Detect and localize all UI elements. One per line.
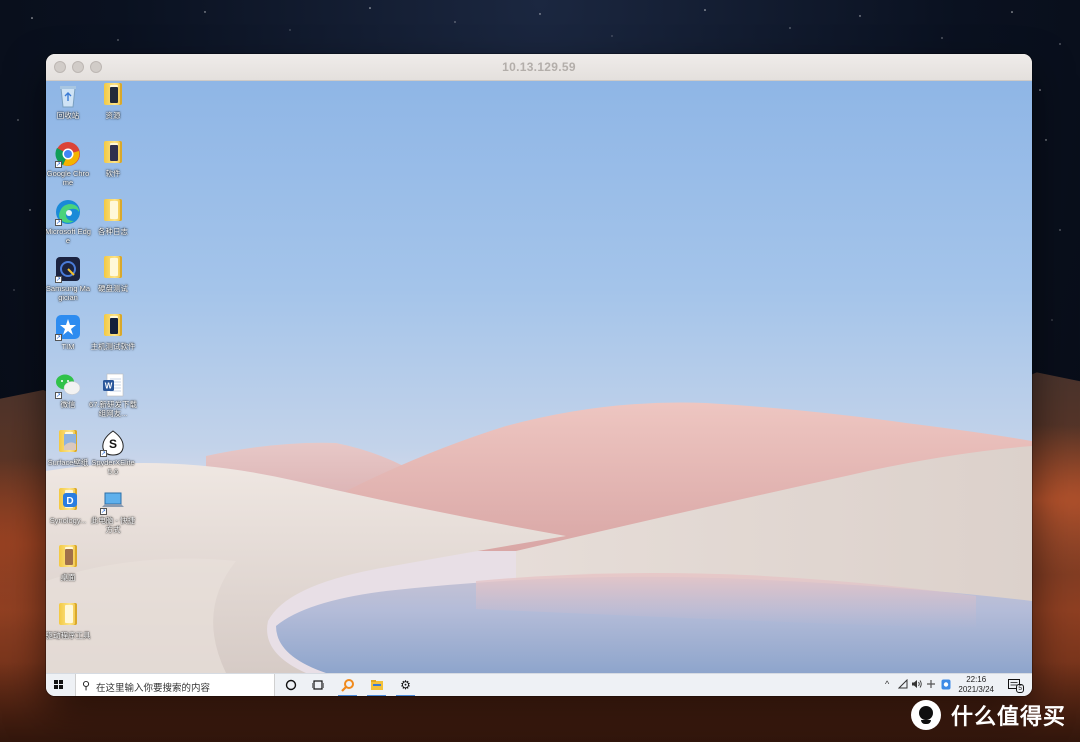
icon-label: Microsoft Edge <box>46 227 91 245</box>
wechat-icon: ↗ <box>55 372 81 399</box>
security-shield-icon[interactable] <box>941 679 951 692</box>
icon-label: Synology... <box>49 516 87 525</box>
remote-desktop-window[interactable]: 10.13.129.59 回收站 ↗ Google Chrome ↗ Micro… <box>46 54 1032 696</box>
samsung-magician-icon: ↗ <box>55 256 81 283</box>
notification-count: 5 <box>1016 684 1024 693</box>
chrome-icon: ↗ <box>55 141 81 168</box>
svg-text:S: S <box>109 437 117 451</box>
icon-label: 主机测试软件 <box>90 342 136 351</box>
spyder-icon: S ↗ <box>100 430 126 457</box>
desktop-icon-surface-wallpaper[interactable]: Surface壁纸 <box>46 430 92 467</box>
desktop-icon-logs[interactable]: 各种日志 <box>89 199 137 236</box>
icon-label: 桌面 <box>60 573 76 582</box>
icon-label: 67.新研发下载组网友... <box>89 400 137 418</box>
desktop-icon-desktop-folder[interactable]: 桌面 <box>46 545 92 582</box>
desktop-icon-edge[interactable]: ↗ Microsoft Edge <box>46 199 92 245</box>
icon-label: 硬盘测试 <box>98 284 128 293</box>
desktop-icon-disk-test[interactable]: 硬盘测试 <box>89 256 137 293</box>
desktop-icon-spyder[interactable]: S ↗ SpyderXElite 5.6 <box>89 430 137 476</box>
icon-label: Google Chrome <box>46 169 90 187</box>
taskbar-search-box[interactable]: ⚲ 在这里输入你要搜索的内容 <box>75 674 275 696</box>
icon-label: Surface壁纸 <box>47 458 89 467</box>
desktop-icon-recycle-bin[interactable]: 回收站 <box>46 83 92 120</box>
desktop-icon-software[interactable]: 软件 <box>89 141 137 178</box>
folder-icon <box>100 83 126 109</box>
icon-label: TIM <box>61 342 75 351</box>
icon-label: Samsung Magician <box>46 284 91 302</box>
folder-icon <box>100 314 126 340</box>
search-placeholder: 在这里输入你要搜索的内容 <box>96 683 211 694</box>
network-icon[interactable] <box>897 678 908 691</box>
edge-icon: ↗ <box>55 199 81 226</box>
desktop-icon-this-pc[interactable]: ↗ 此电脑 - 快捷方式 <box>89 488 137 534</box>
desktop-icon-synology[interactable]: D Synology... <box>46 488 92 525</box>
brand-logo-icon <box>910 700 941 730</box>
desktop-icon-tim[interactable]: ↗ TIM <box>46 314 92 351</box>
desktop-icon-driver-tools[interactable]: 驱动程序工具 <box>46 603 92 640</box>
icon-label: SpyderXElite 5.6 <box>91 458 135 476</box>
icon-label: 驱动程序工具 <box>46 631 91 640</box>
desktop-icon-chrome[interactable]: ↗ Google Chrome <box>46 141 92 187</box>
icon-label: 软件 <box>105 169 121 178</box>
svg-text:W: W <box>105 382 113 391</box>
volume-icon[interactable] <box>911 679 922 691</box>
icon-label: 回收站 <box>56 111 80 120</box>
tray-overflow-icon[interactable]: ^ <box>885 679 889 689</box>
brand-name: 什么值得买 <box>950 704 1066 729</box>
task-view-icon[interactable] <box>310 678 325 693</box>
notification-center-icon[interactable]: 5 <box>1008 679 1024 693</box>
taskbar-clock[interactable]: 22:16 2021/3/24 <box>958 675 994 695</box>
file-explorer-icon[interactable] <box>367 678 386 696</box>
brand-watermark: 什么值得买 <box>910 696 1066 734</box>
desktop-icon-word-doc[interactable]: W 67.新研发下载组网友... <box>89 372 137 418</box>
recycle-bin-icon <box>55 83 81 109</box>
cortana-icon[interactable] <box>283 678 298 693</box>
desktop-icon-samsung-magician[interactable]: ↗ Samsung Magician <box>46 256 92 302</box>
icon-label: 资源 <box>105 111 121 120</box>
desktop-icon-wechat[interactable]: ↗ 微信 <box>46 372 92 409</box>
remote-desktop[interactable]: 回收站 ↗ Google Chrome ↗ Microsoft Edge ↗ S… <box>46 81 1032 673</box>
icon-label: 微信 <box>60 400 76 409</box>
window-title: 10.13.129.59 <box>502 60 576 74</box>
ime-icon[interactable] <box>926 679 936 691</box>
icon-label: 各种日志 <box>98 227 128 236</box>
laptop-icon: ↗ <box>100 488 126 515</box>
search-app-icon[interactable] <box>338 678 357 696</box>
folder-icon <box>100 256 126 282</box>
windows-start-icon[interactable] <box>54 680 64 690</box>
settings-gear-icon[interactable]: ⚙ <box>396 678 415 696</box>
folder-icon <box>55 545 81 571</box>
icon-label: 此电脑 - 快捷方式 <box>90 516 136 534</box>
windows-taskbar: ⚲ 在这里输入你要搜索的内容 ⚙ ^ 22:16 2021/3/24 5 <box>46 673 1032 696</box>
folder-icon <box>55 603 81 629</box>
search-icon: ⚲ <box>82 680 91 692</box>
svg-text:D: D <box>66 496 73 507</box>
desktop-icon-resources[interactable]: 资源 <box>89 83 137 120</box>
clock-time: 22:16 <box>966 675 987 684</box>
wallpaper <box>46 402 1032 673</box>
synology-icon: D <box>55 488 81 514</box>
folder-icon <box>100 141 126 167</box>
folder-icon <box>100 199 126 225</box>
window-titlebar[interactable]: 10.13.129.59 <box>46 54 1032 81</box>
clock-date: 2021/3/24 <box>958 685 994 694</box>
word-doc-icon: W <box>100 372 126 398</box>
desktop-icon-host-test-software[interactable]: 主机测试软件 <box>89 314 137 351</box>
tim-icon: ↗ <box>55 314 81 341</box>
surface-folder-icon <box>55 430 81 456</box>
